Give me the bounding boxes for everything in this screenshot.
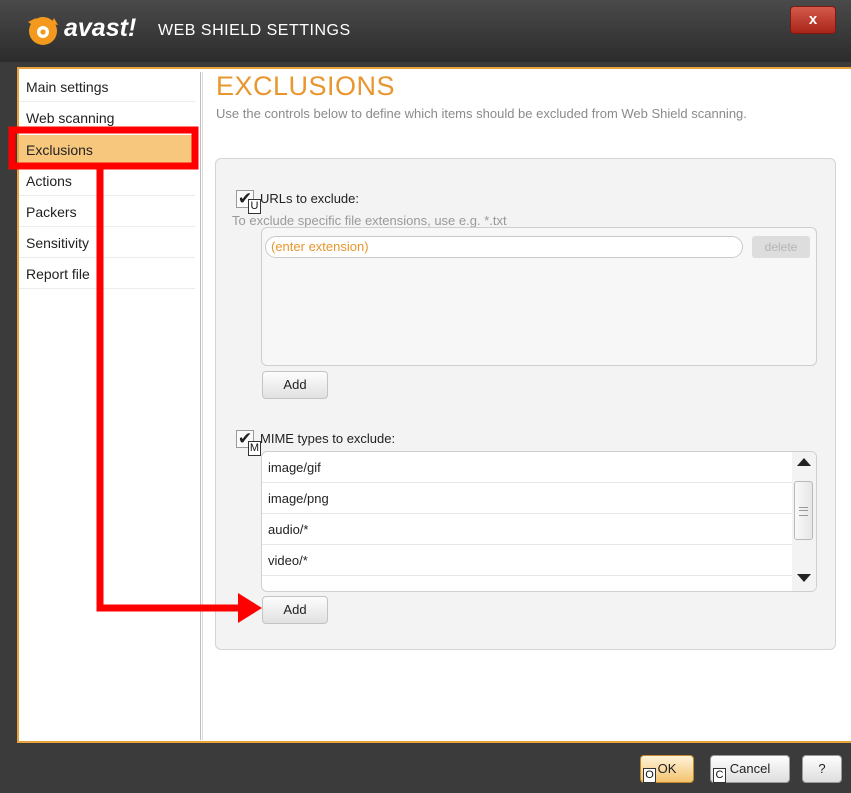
- sidebar-item-packers[interactable]: Packers: [19, 197, 195, 227]
- sidebar-item-web-scanning[interactable]: Web scanning: [19, 103, 195, 133]
- cancel-button[interactable]: Cancel C: [710, 755, 790, 783]
- ok-button[interactable]: OK O: [640, 755, 694, 783]
- sidebar-item-main-settings[interactable]: Main settings: [19, 72, 195, 102]
- sidebar-item-exclusions[interactable]: Exclusions: [19, 135, 195, 165]
- close-button[interactable]: x: [790, 6, 836, 34]
- list-item[interactable]: video/*: [262, 545, 792, 576]
- urls-add-button[interactable]: Add: [262, 371, 328, 399]
- settings-content: Main settings Web scanning Exclusions Ac…: [17, 67, 851, 743]
- mime-scrollbar[interactable]: [792, 452, 816, 591]
- sidebar: Main settings Web scanning Exclusions Ac…: [19, 69, 199, 741]
- mime-label: MIME types to exclude:: [260, 431, 396, 446]
- mime-list[interactable]: image/gif image/png audio/* video/*: [261, 451, 817, 592]
- mime-add-button[interactable]: Add: [262, 596, 328, 624]
- urls-hint: To exclude specific file extensions, use…: [232, 213, 507, 228]
- cancel-hotkey-hint: C: [713, 768, 726, 783]
- sidebar-divider-shadow: [202, 72, 203, 740]
- sidebar-item-actions[interactable]: Actions: [19, 166, 195, 196]
- cancel-label: Cancel: [729, 761, 771, 776]
- avast-logo: avast!: [24, 10, 154, 50]
- exclusions-panel: ✔ U URLs to exclude: To exclude specific…: [215, 158, 836, 650]
- scrollbar-thumb[interactable]: [794, 481, 813, 540]
- brand-name: avast!: [64, 14, 137, 42]
- sidebar-divider: [200, 72, 201, 740]
- ok-hotkey-hint: O: [643, 768, 656, 783]
- urls-label: URLs to exclude:: [260, 191, 359, 206]
- list-item[interactable]: image/gif: [262, 452, 792, 483]
- ok-label: OK: [657, 761, 677, 776]
- help-button[interactable]: ?: [802, 755, 842, 783]
- window-title: WEB SHIELD SETTINGS: [158, 22, 351, 39]
- scroll-up-arrow-icon[interactable]: [797, 458, 811, 466]
- sidebar-item-report-file[interactable]: Report file: [19, 259, 195, 289]
- urls-list[interactable]: (enter extension) delete: [261, 227, 817, 366]
- grip-icon: [799, 507, 808, 516]
- page-title: EXCLUSIONS: [216, 71, 396, 101]
- avast-settings-window: avast! WEB SHIELD SETTINGS x Main settin…: [0, 0, 851, 793]
- sidebar-item-sensitivity[interactable]: Sensitivity: [19, 228, 195, 258]
- extension-input[interactable]: (enter extension): [265, 236, 743, 258]
- list-item[interactable]: image/png: [262, 483, 792, 514]
- title-bar[interactable]: avast! WEB SHIELD SETTINGS x: [0, 0, 851, 62]
- list-item[interactable]: audio/*: [262, 514, 792, 545]
- page-description: Use the controls below to define which i…: [216, 106, 747, 121]
- delete-button[interactable]: delete: [752, 236, 810, 258]
- scroll-down-arrow-icon[interactable]: [797, 574, 811, 582]
